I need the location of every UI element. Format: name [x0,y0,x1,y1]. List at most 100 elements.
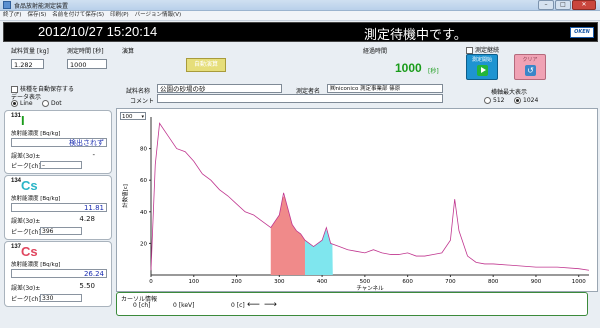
spectrum-plot: 0 100 200 300 400 500 600 700 800 900 1000 20 40 60 80… [116,108,598,292]
x-tick-label: 100 [189,279,200,285]
datetime-display: 2012/10/27 15:20:14 [38,24,158,39]
cursor-ch: 0 [ch] [133,302,151,309]
window-controls: – □ ✕ [538,0,596,10]
y-tick-label: 20 [140,241,147,247]
conc-value: 検出されず [11,138,107,147]
menu-item-exit[interactable]: 終了(F) [3,11,21,20]
isotope-title: 131I [11,113,25,128]
conc-label: 放射能濃度 [Bq/kg] [11,131,61,137]
operator-field[interactable]: ㈱niconico 測定事業部 篠原 [327,84,443,93]
refresh-icon: ↺ [525,65,536,76]
x-tick-label: 600 [402,279,413,285]
menu-item-save[interactable]: 保存(S) [27,11,46,20]
error-value: 4.28 [79,215,95,223]
cursor-kev: 0 [keV] [173,302,195,309]
line-radio[interactable]: Line [11,100,33,107]
start-label: 測定開始 [471,57,492,63]
radio-dot[interactable] [514,97,521,104]
peak-label: ピーク[ch] [11,163,41,170]
peak-field[interactable]: 330 [40,294,82,302]
axis-1024-label: 1024 [523,97,539,104]
y-tick-label: 80 [140,147,147,153]
conc-label: 放射能濃度 [Bq/kg] [11,196,61,202]
title-bar: 食品放射能測定装置 – □ ✕ [0,0,600,11]
axis-512-radio[interactable]: 512 [484,97,504,104]
clear-button[interactable]: クリア ↺ [514,54,546,80]
oken-logo: OKEN [570,27,594,38]
continuous-label: 測定継続 [475,47,500,54]
status-header: 2012/10/27 15:20:14 測定待機中です。 OKEN [3,22,598,42]
menu-item-print[interactable]: 印刷(P) [110,11,129,20]
axis-max-label: 横軸最大表示 [491,89,528,96]
conc-value: 11.81 [11,203,107,212]
x-tick-label: 900 [531,279,542,285]
checkbox-box[interactable] [466,47,473,54]
play-icon [477,65,488,76]
peak-label: ピーク[ch] [11,296,41,303]
start-button[interactable]: 測定開始 [466,54,498,80]
chevron-down-icon: ▾ [141,114,144,120]
x-tick-label: 200 [231,279,242,285]
time-label: 測定時間 [秒] [67,48,104,55]
x-tick-label: 0 [149,279,153,285]
y-tick-label: 60 [140,178,147,184]
x-tick-label: 400 [317,279,328,285]
main-window: 食品放射能測定装置 – □ ✕ 終了(F) 保存(S) 名前を付けて保存(S) … [0,0,600,328]
dot-radio[interactable]: Dot [42,100,62,107]
minimize-button[interactable]: – [538,0,554,10]
dot-label: Dot [51,100,62,107]
error-value: 5.50 [79,282,95,290]
clear-label: クリア [522,57,538,63]
time-field[interactable]: 1000 [67,59,107,69]
menu-bar: 終了(F) 保存(S) 名前を付けて保存(S) 印刷(P) バージョン情報(V) [0,11,600,21]
continuous-checkbox[interactable]: 測定継続 [466,45,499,54]
calc-label: 演算 [122,48,135,55]
axis-1024-radio[interactable]: 1024 [514,97,538,104]
x-tick-label: 300 [274,279,285,285]
isotope-title: 134Cs [11,178,38,193]
x-tick-label: 1000 [572,279,586,285]
comment-field[interactable] [157,94,443,103]
isotope-title: 137Cs [11,244,38,259]
app-icon [3,1,11,9]
operator-label: 測定者名 [296,88,321,95]
spectrum-svg: 0 100 200 300 400 500 600 700 800 900 1000 20 40 60 80… [121,117,590,292]
maximize-button[interactable]: □ [555,0,571,10]
ymax-value: 100 [122,114,133,120]
radio-dot[interactable] [484,97,491,104]
menu-item-save-as[interactable]: 名前を付けて保存(S) [52,11,104,20]
cursor-panel: カーソル情報 0 [ch] 0 [keV] 0 [c] ⟵ ⟶ [116,292,588,316]
peak-field[interactable]: – [40,161,82,169]
error-label: 誤差(3σ)± [11,285,41,292]
error-value: - [92,151,95,159]
i131-card: 131I 放射能濃度 [Bq/kg] 検出されず 誤差(3σ)± - ピーク[c… [4,110,112,174]
window-title: 食品放射能測定装置 [14,3,69,10]
menu-item-version[interactable]: バージョン情報(V) [135,11,181,20]
peak-field[interactable]: 396 [40,227,82,235]
cursor-count: 0 [c] [231,302,245,309]
axis-512-label: 512 [493,97,505,104]
auto-calc-button[interactable]: 自動演算 [186,58,226,72]
spectrum-line [150,122,590,271]
radio-dot[interactable] [42,100,49,107]
cs134-card: 134Cs 放射能濃度 [Bq/kg] 11.81 誤差(3σ)± 4.28 ピ… [4,175,112,240]
cursor-right-button[interactable]: ⟶ [264,300,277,310]
sample-name-field[interactable]: 公園の砂場の砂 [157,84,282,93]
x-axis-label: チャンネル [356,285,384,291]
comment-label: コメント [130,98,155,105]
close-button[interactable]: ✕ [572,0,596,10]
cursor-left-button[interactable]: ⟵ [247,300,260,310]
elapsed-value: 1000 [395,61,422,75]
elapsed-label: 経過時間 [363,48,388,55]
cs137-card: 137Cs 放射能濃度 [Bq/kg] 26.24 誤差(3σ)± 5.50 ピ… [4,241,112,307]
conc-label: 放射能濃度 [Bq/kg] [11,262,61,268]
sample-name-label: 試料名称 [126,88,151,95]
radio-dot[interactable] [11,100,18,107]
conc-value: 26.24 [11,269,107,278]
mass-field[interactable]: 1.282 [11,59,44,69]
elapsed-unit: [秒] [428,68,439,75]
y-tick-label: 40 [140,210,147,216]
ymax-select[interactable]: 100 ▾ [120,112,146,120]
error-label: 誤差(3σ)± [11,153,41,160]
error-label: 誤差(3σ)± [11,218,41,225]
